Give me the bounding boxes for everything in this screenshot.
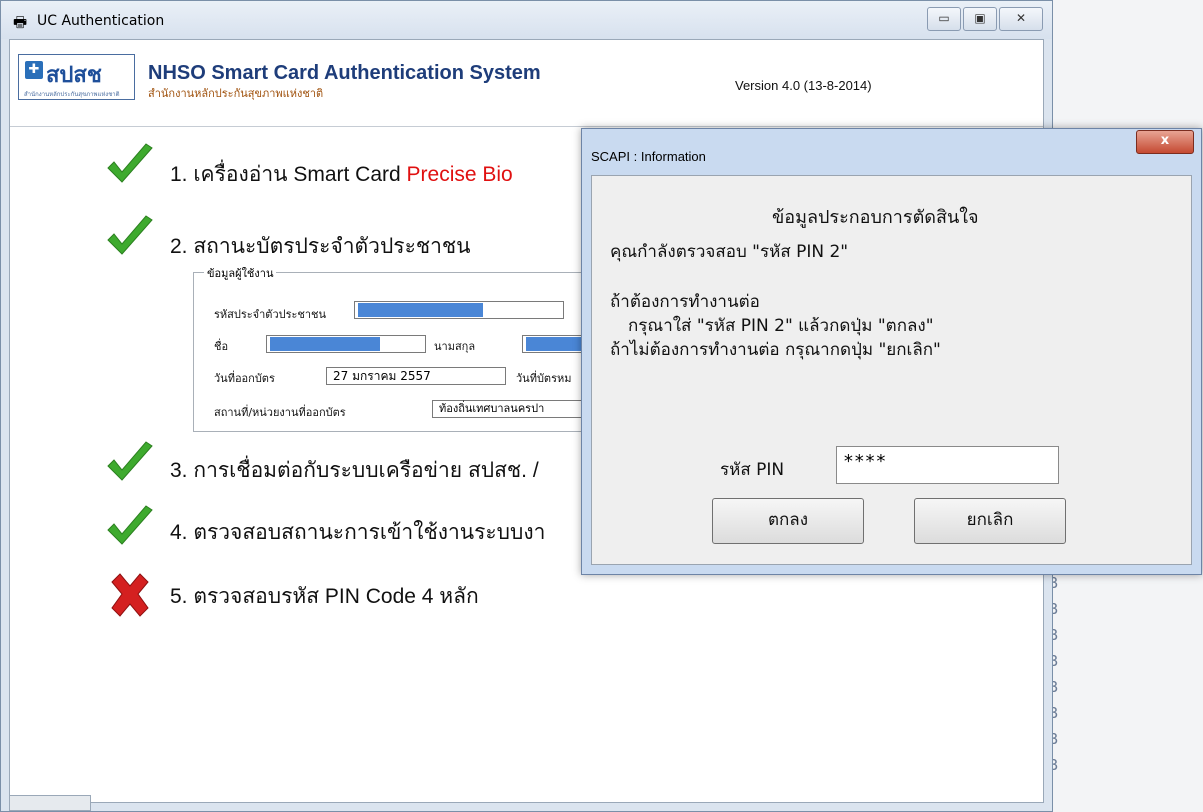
issuer-label: สถานที่/หน่วยงานที่ออกบัตร xyxy=(214,406,346,419)
step-3-label: 3. การเชื่อมต่อกับระบบเครือข่าย สปสช. / xyxy=(170,459,539,482)
title-bar[interactable]: 🖶 UC Authentication ▭ ▣ ✕ xyxy=(1,1,1052,39)
expire-date-label: วันที่บัตรหม xyxy=(516,372,572,385)
window-title: UC Authentication xyxy=(37,13,165,29)
step-4: 4. ตรวจสอบสถานะการเข้าใช้งานระบบงา xyxy=(170,516,545,549)
cross-icon: ✚ xyxy=(25,61,43,79)
step-5: 5. ตรวจสอบรหัส PIN Code 4 หลัก xyxy=(170,580,479,613)
step-1: 1. เครื่องอ่าน Smart Card Precise Bio xyxy=(170,158,513,191)
logo-subtext: สำนักงานหลักประกันสุขภาพแห่งชาติ xyxy=(24,91,120,98)
dialog-title: SCAPI : Information xyxy=(591,149,706,164)
logo-text: สปสช xyxy=(46,63,102,88)
header: ✚ สปสช สำนักงานหลักประกันสุขภาพแห่งชาติ … xyxy=(10,40,1043,127)
id-label: รหัสประจำตัวประชาชน xyxy=(214,308,327,321)
check-icon xyxy=(107,143,153,183)
close-button[interactable]: ✕ xyxy=(999,7,1043,31)
user-info-legend: ข้อมูลผู้ใช้งาน xyxy=(204,264,277,282)
reader-name: Precise Bio xyxy=(406,163,513,186)
redacted-name xyxy=(270,337,380,351)
cancel-button[interactable]: ยกเลิก xyxy=(914,498,1066,544)
step-5-label: 5. ตรวจสอบรหัส PIN Code 4 หลัก xyxy=(170,585,479,608)
dialog-message-line4: ถ้าไม่ต้องการทำงานต่อ กรุณากดปุ่ม "ยกเลิ… xyxy=(610,340,941,360)
step-4-label: 4. ตรวจสอบสถานะการเข้าใช้งานระบบงา xyxy=(170,521,546,544)
check-icon xyxy=(107,505,153,545)
pin-label: รหัส PIN xyxy=(720,460,785,480)
ok-button[interactable]: ตกลง xyxy=(712,498,864,544)
window-controls: ▭ ▣ ✕ xyxy=(925,7,1043,31)
app-icon: 🖶 xyxy=(13,13,28,31)
dialog-message-line1: คุณกำลังตรวจสอบ "รหัส PIN 2" xyxy=(610,242,849,262)
surname-label: นามสกุล xyxy=(434,340,476,353)
step-2: 2. สถานะบัตรประจำตัวประชาชน xyxy=(170,230,471,263)
cross-fail-icon xyxy=(111,573,149,617)
status-bar xyxy=(9,795,91,811)
system-title: NHSO Smart Card Authentication System xyxy=(148,62,541,84)
user-info-group: ข้อมูลผู้ใช้งาน รหัสประจำตัวประชาชน ชื่อ… xyxy=(193,264,613,432)
issue-date-field[interactable]: 27 มกราคม 2557 xyxy=(326,367,506,385)
maximize-button[interactable]: ▣ xyxy=(963,7,997,31)
step-2-label: 2. สถานะบัตรประจำตัวประชาชน xyxy=(170,235,471,258)
nhso-logo: ✚ สปสช สำนักงานหลักประกันสุขภาพแห่งชาติ xyxy=(18,54,135,100)
scapi-information-dialog: SCAPI : Information x ข้อมูลประกอบการตัด… xyxy=(581,128,1202,575)
name-label: ชื่อ xyxy=(214,340,229,353)
version-label: Version 4.0 (13-8-2014) xyxy=(735,78,872,93)
dialog-heading: ข้อมูลประกอบการตัดสินใจ xyxy=(772,207,979,228)
system-subtitle: สำนักงานหลักประกันสุขภาพแห่งชาติ xyxy=(148,87,324,100)
dialog-client-area: ข้อมูลประกอบการตัดสินใจ คุณกำลังตรวจสอบ … xyxy=(591,175,1192,565)
redacted-id xyxy=(358,303,483,317)
dialog-close-button[interactable]: x xyxy=(1136,130,1194,154)
issue-date-label: วันที่ออกบัตร xyxy=(214,372,275,385)
dialog-message-line2: ถ้าต้องการทำงานต่อ xyxy=(610,292,760,312)
check-icon xyxy=(107,441,153,481)
step-1-label: 1. เครื่องอ่าน Smart Card xyxy=(170,163,401,186)
minimize-button[interactable]: ▭ xyxy=(927,7,961,31)
step-3: 3. การเชื่อมต่อกับระบบเครือข่าย สปสช. / xyxy=(170,454,539,487)
dialog-message-line3: กรุณาใส่ "รหัส PIN 2" แล้วกดปุ่ม "ตกลง" xyxy=(628,316,934,336)
pin-input[interactable]: **** xyxy=(836,446,1059,484)
check-icon xyxy=(107,215,153,255)
